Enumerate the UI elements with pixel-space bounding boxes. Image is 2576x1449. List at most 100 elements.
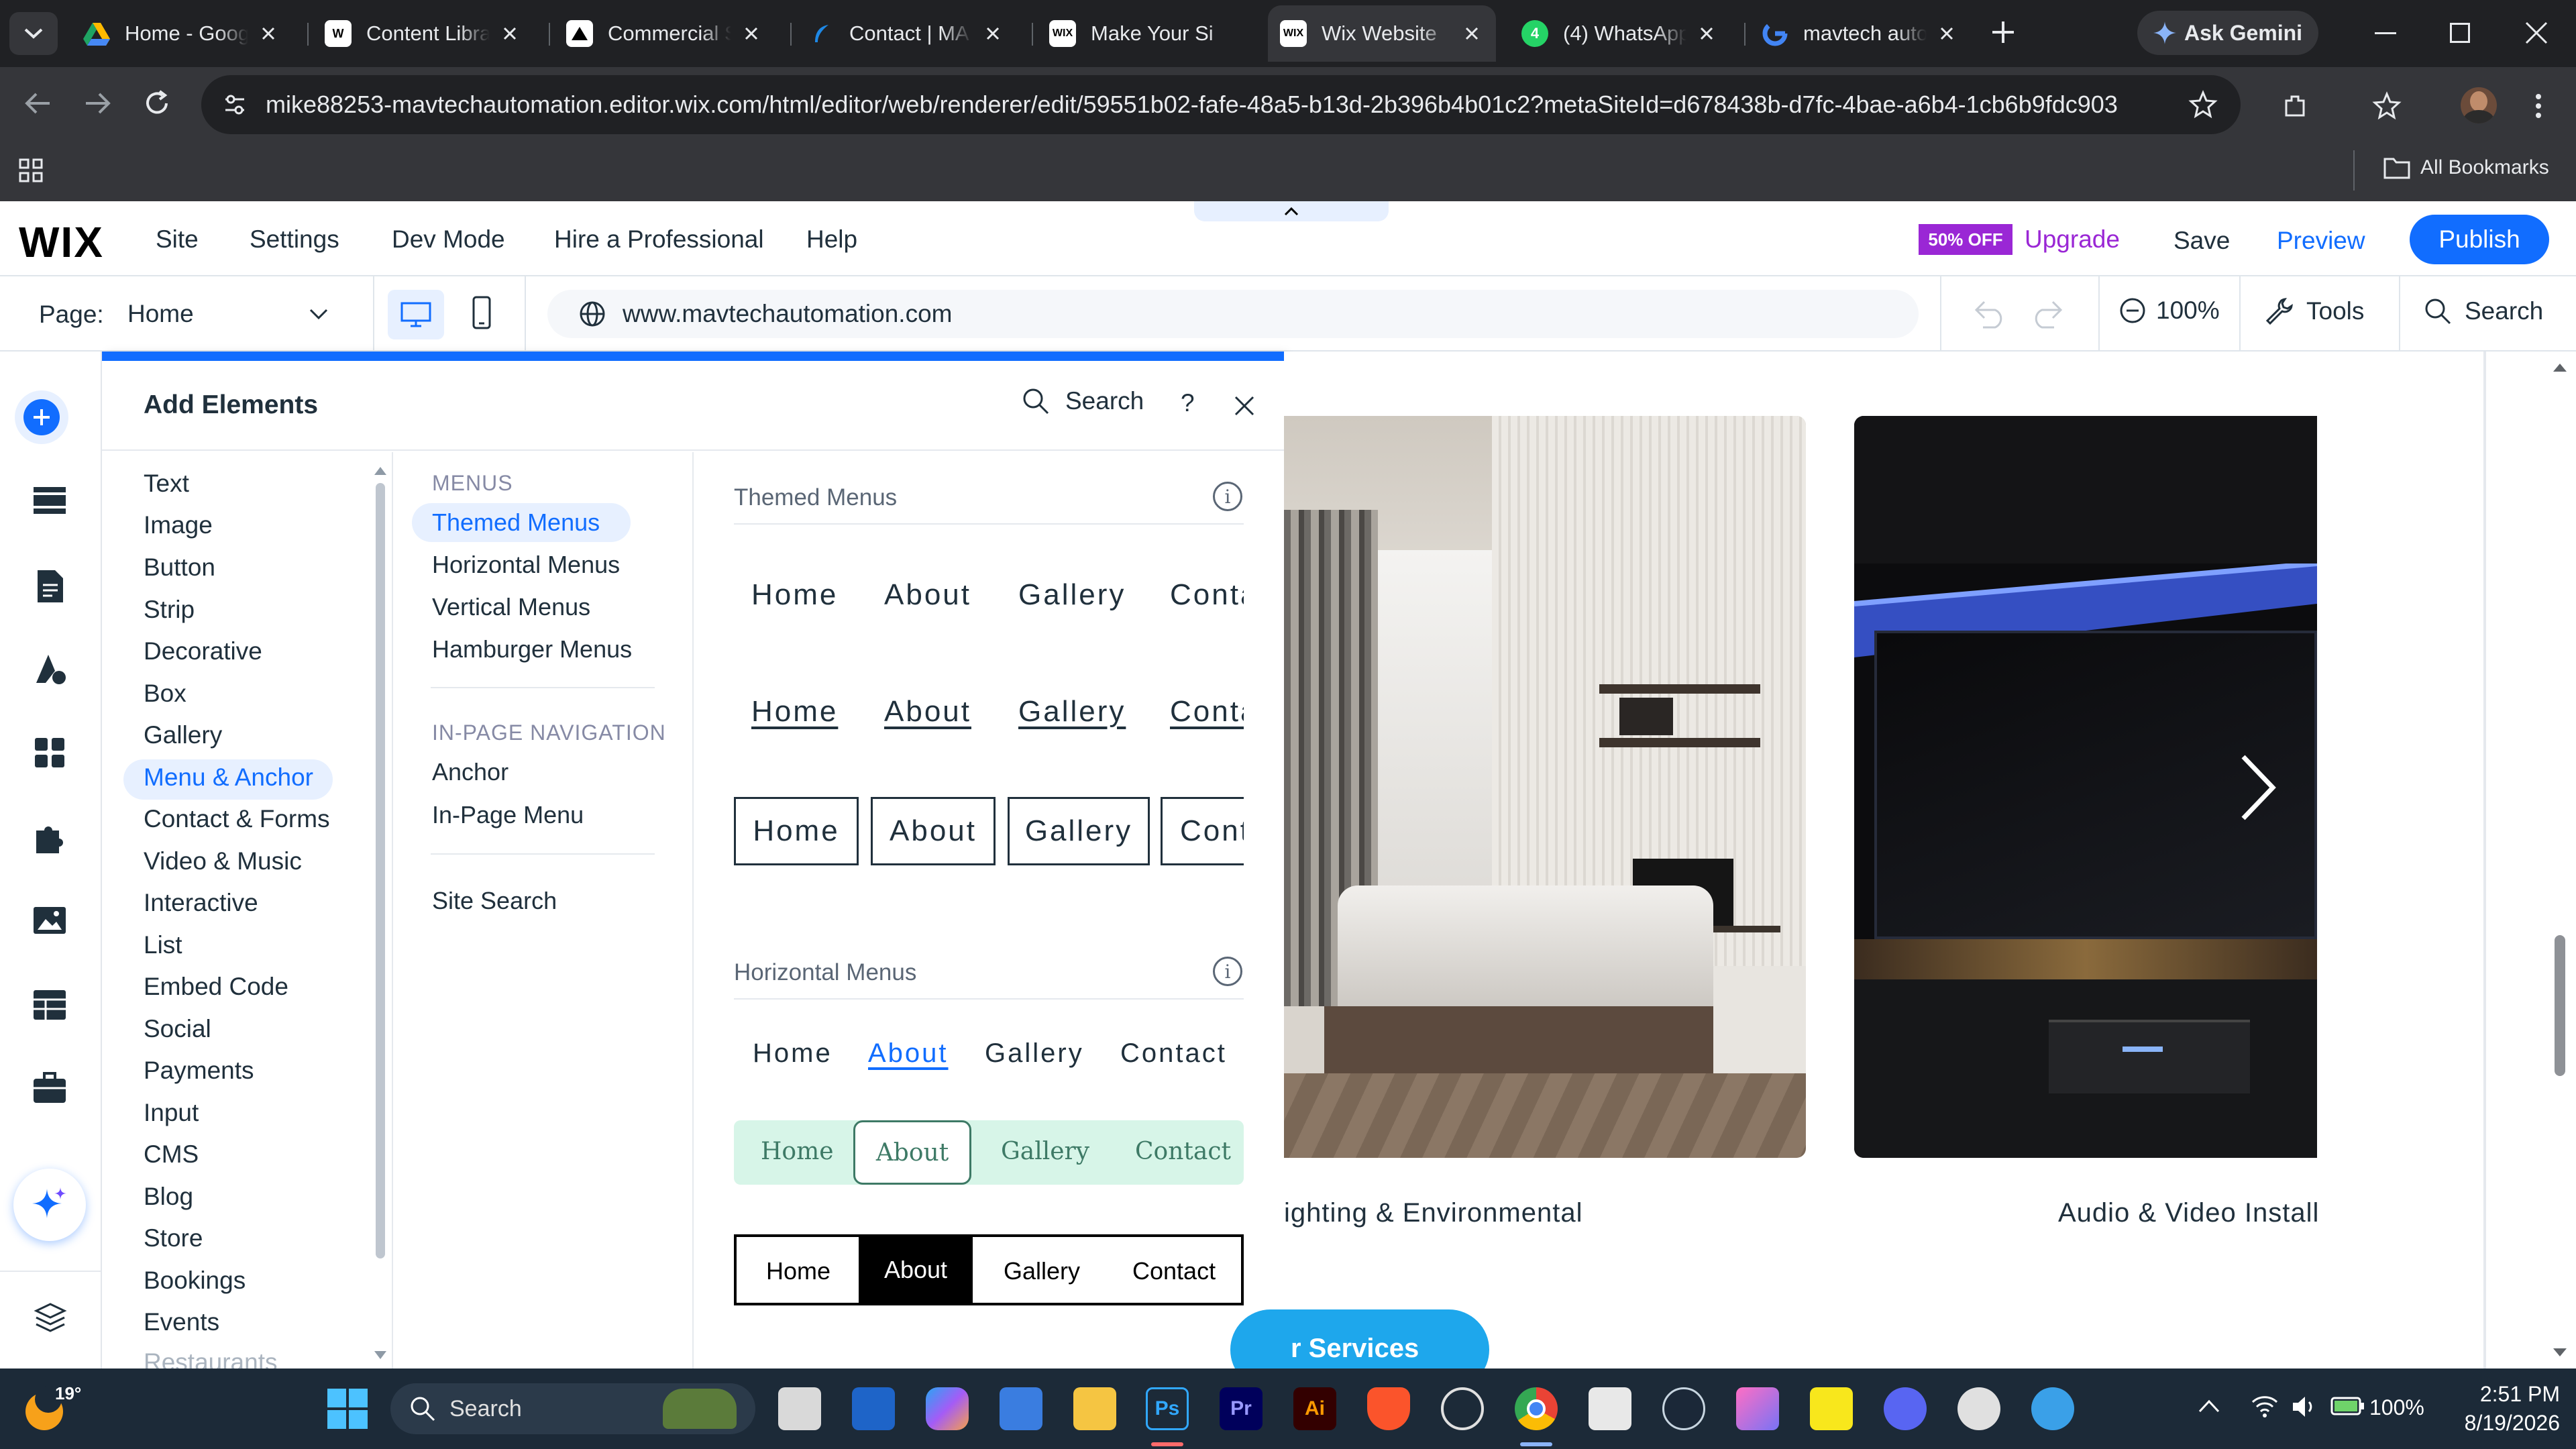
tab-search-button[interactable] xyxy=(9,12,58,55)
copilot-icon[interactable] xyxy=(926,1387,969,1430)
horizontal-menu-3[interactable]: Home About Gallery Contact xyxy=(734,1234,1244,1305)
editor-canvas[interactable]: ighting & Environmental Audio & Video In… xyxy=(1230,352,2576,1390)
menu-dev-mode[interactable]: Dev Mode xyxy=(392,225,505,254)
apps-icon[interactable] xyxy=(34,737,66,769)
close-icon[interactable] xyxy=(981,21,1005,46)
apps-grid-icon[interactable] xyxy=(17,157,44,184)
globe-app-icon[interactable] xyxy=(2031,1387,2074,1430)
themed-menu-1[interactable]: Home About Gallery Conta xyxy=(734,578,1244,619)
ai-assistant-button[interactable] xyxy=(13,1169,86,1241)
cms-icon[interactable] xyxy=(32,989,67,1021)
site-url-bar[interactable]: www.mavtechautomation.com xyxy=(547,290,1919,338)
new-tab-button[interactable] xyxy=(1990,19,2017,46)
steam-icon[interactable] xyxy=(1662,1387,1705,1430)
bookmarks-star-icon[interactable] xyxy=(2372,91,2402,121)
info-icon[interactable]: i xyxy=(1213,957,1242,986)
close-icon[interactable] xyxy=(256,21,280,46)
category-blog[interactable]: Blog xyxy=(144,1183,193,1211)
help-button[interactable]: ? xyxy=(1181,389,1195,417)
category-bookings[interactable]: Bookings xyxy=(144,1267,246,1295)
back-arrow-icon[interactable] xyxy=(24,91,51,115)
creative-cloud-icon[interactable] xyxy=(1736,1387,1779,1430)
menu-hire-professional[interactable]: Hire a Professional xyxy=(554,225,764,254)
info-icon[interactable]: i xyxy=(1213,482,1242,511)
category-video-music[interactable]: Video & Music xyxy=(144,847,302,875)
category-decorative[interactable]: Decorative xyxy=(144,637,262,665)
category-strip[interactable]: Strip xyxy=(144,596,195,624)
page-selector[interactable]: Home xyxy=(127,292,329,335)
media-icon[interactable] xyxy=(32,906,67,935)
category-gallery[interactable]: Gallery xyxy=(144,721,222,749)
photoshop-icon[interactable]: Ps xyxy=(1146,1387,1189,1430)
ask-gemini-button[interactable]: Ask Gemini xyxy=(2137,11,2318,55)
tools-button[interactable]: Tools xyxy=(2265,297,2364,326)
windows-start-button[interactable] xyxy=(326,1387,369,1430)
battery-icon[interactable] xyxy=(2330,1395,2365,1417)
taskbar-search[interactable]: Search xyxy=(390,1383,755,1434)
chevron-right-icon[interactable] xyxy=(2238,753,2278,822)
themed-menu-3[interactable]: Home About Gallery Cont xyxy=(734,797,1244,867)
chevron-up-icon[interactable] xyxy=(2198,1398,2220,1414)
sections-icon[interactable] xyxy=(32,486,67,515)
category-interactive[interactable]: Interactive xyxy=(144,889,258,917)
sub-anchor[interactable]: Anchor xyxy=(432,758,508,786)
tab-commercial[interactable]: Commercial S xyxy=(554,5,775,62)
close-icon[interactable] xyxy=(1460,21,1484,46)
design-icon[interactable] xyxy=(34,652,68,687)
chrome-icon[interactable] xyxy=(1515,1387,1558,1430)
weather-widget[interactable]: 19° xyxy=(25,1383,81,1436)
category-image[interactable]: Image xyxy=(144,511,213,539)
app-icon-circle[interactable] xyxy=(1957,1387,2000,1430)
canvas-scrollbar[interactable] xyxy=(2545,352,2576,1368)
reload-icon[interactable] xyxy=(144,90,170,117)
sticky-notes-icon[interactable] xyxy=(1810,1387,1853,1430)
profile-avatar[interactable] xyxy=(2461,87,2497,123)
mobile-view-button[interactable] xyxy=(466,295,498,330)
sub-horizontal-menus[interactable]: Horizontal Menus xyxy=(432,551,620,579)
notepad-icon[interactable] xyxy=(1000,1387,1042,1430)
bedroom-image[interactable] xyxy=(1284,416,1806,1158)
task-view-icon[interactable] xyxy=(778,1387,821,1430)
category-cms[interactable]: CMS xyxy=(144,1140,199,1169)
extensions-icon[interactable] xyxy=(2281,91,2310,121)
category-list[interactable]: List xyxy=(144,931,182,959)
more-menu-icon[interactable] xyxy=(2533,91,2544,121)
clock[interactable]: 2:51 PM 8/19/2026 xyxy=(2446,1382,2560,1436)
add-elements-button[interactable] xyxy=(15,390,68,444)
close-icon[interactable] xyxy=(1233,394,1256,417)
tab-google-drive[interactable]: Home - Goog xyxy=(71,5,292,62)
omnibox[interactable]: mike88253-mavtechautomation.editor.wix.c… xyxy=(201,75,2241,134)
themed-menu-2[interactable]: Home About Gallery Conta xyxy=(734,695,1244,737)
sub-themed-menus[interactable]: Themed Menus xyxy=(432,508,600,537)
snipping-tool-icon[interactable] xyxy=(1589,1387,1631,1430)
close-icon[interactable] xyxy=(739,21,763,46)
defender-icon[interactable] xyxy=(852,1387,895,1430)
layers-icon[interactable] xyxy=(34,1301,67,1335)
tab-google-search[interactable]: mavtech auto xyxy=(1750,5,1971,62)
bookmark-star-icon[interactable] xyxy=(2188,90,2218,119)
tab-contact-ma[interactable]: Contact | MA xyxy=(796,5,1017,62)
sub-inpage-menu[interactable]: In-Page Menu xyxy=(432,801,584,829)
minimize-button[interactable] xyxy=(2375,32,2396,34)
category-menu-anchor[interactable]: Menu & Anchor xyxy=(144,763,313,792)
preview-button[interactable]: Preview xyxy=(2277,227,2365,255)
menu-help[interactable]: Help xyxy=(806,225,857,254)
wix-search-button[interactable]: Search xyxy=(2423,297,2543,326)
wifi-icon[interactable] xyxy=(2250,1393,2279,1419)
desktop-view-button[interactable] xyxy=(388,290,444,339)
window-close-button[interactable] xyxy=(2524,20,2549,46)
tab-make-your-site[interactable]: WIX Make Your Si xyxy=(1037,5,1258,62)
category-social[interactable]: Social xyxy=(144,1015,211,1043)
redo-icon[interactable] xyxy=(2030,299,2063,329)
category-store[interactable]: Store xyxy=(144,1224,203,1252)
zoom-button[interactable]: 100% xyxy=(2118,297,2220,325)
horizontal-menu-2[interactable]: Home About Gallery Contact xyxy=(734,1120,1244,1185)
close-icon[interactable] xyxy=(1935,21,1959,46)
brave-icon[interactable] xyxy=(1367,1387,1410,1430)
undo-icon[interactable] xyxy=(1974,299,2007,329)
category-text[interactable]: Text xyxy=(144,470,189,498)
caption-lighting[interactable]: ighting & Environmental xyxy=(1284,1198,1582,1228)
close-icon[interactable] xyxy=(1695,21,1719,46)
openai-icon[interactable] xyxy=(1441,1387,1484,1430)
wix-logo[interactable]: WIX xyxy=(19,217,104,267)
